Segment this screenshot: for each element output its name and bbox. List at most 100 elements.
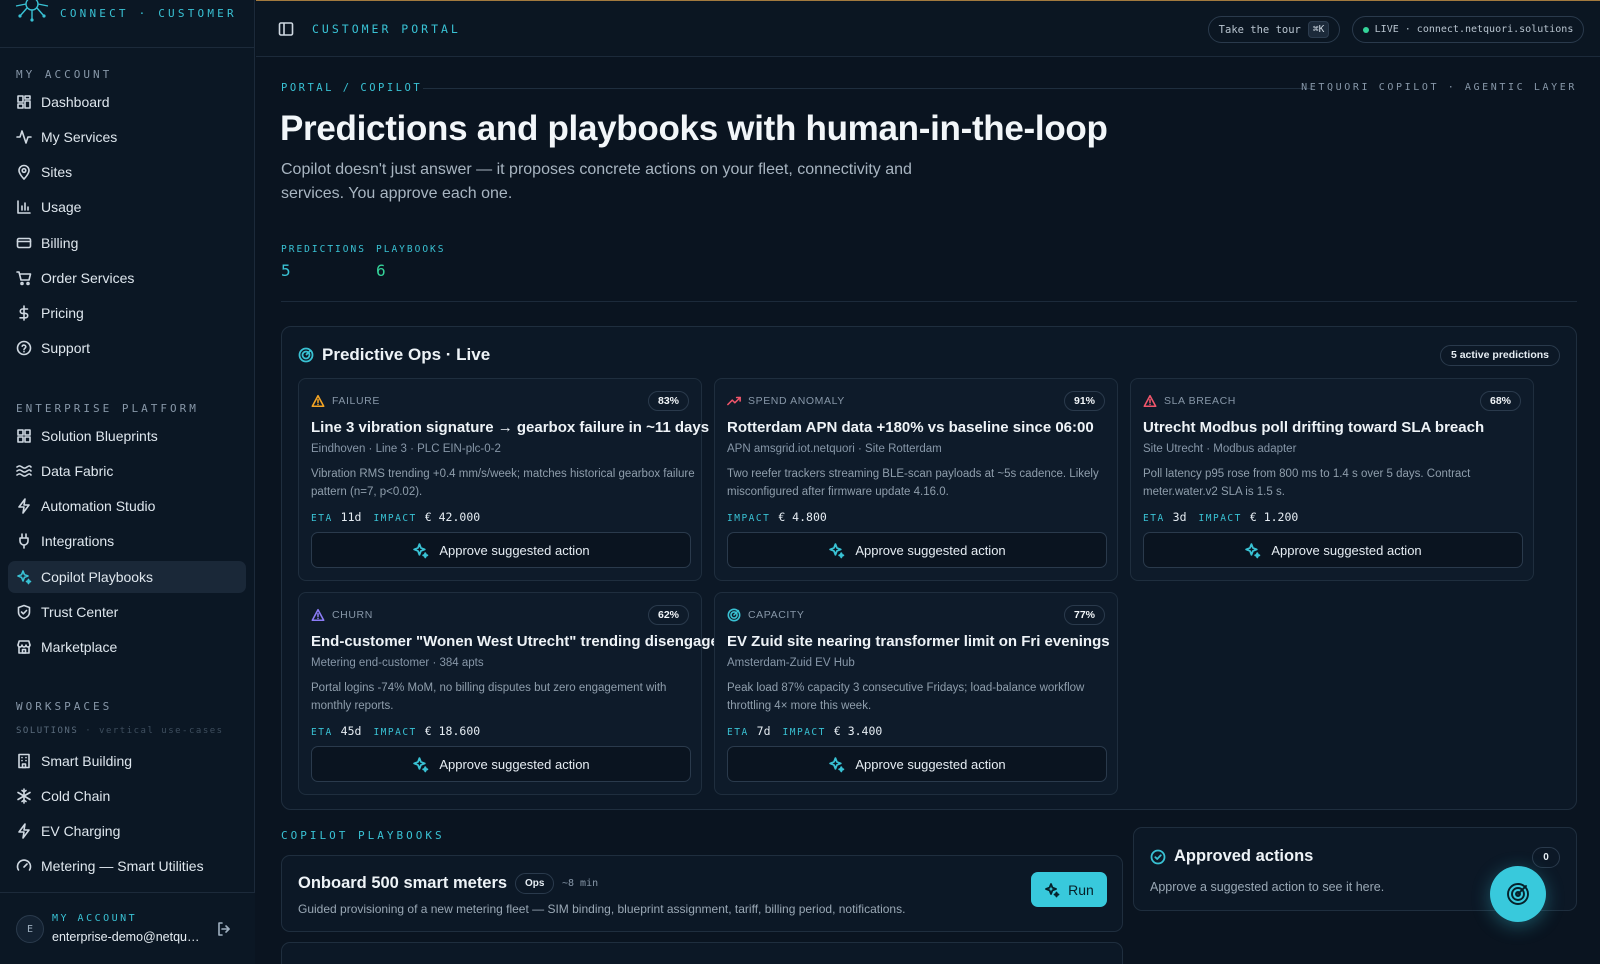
- sidebar-item-dashboard[interactable]: Dashboard: [8, 86, 246, 118]
- card-type: SPEND ANOMALY: [727, 394, 845, 408]
- credit-card-icon: [16, 237, 32, 249]
- dollar-icon: [19, 305, 29, 321]
- sidebar-item-label: Usage: [41, 199, 82, 215]
- confidence-badge: 62%: [647, 605, 689, 625]
- sidebar-item-label: Marketplace: [41, 639, 118, 655]
- approve-suggested-action-button[interactable]: Approve suggested action: [727, 746, 1107, 782]
- predictive-ops-title: Predictive Ops · Live: [322, 345, 491, 364]
- stat-value: 6: [376, 261, 386, 280]
- eta-value: 11d: [340, 510, 362, 524]
- bar-chart-icon: [17, 200, 31, 214]
- sidebar-item-label: Integrations: [41, 533, 115, 549]
- activity-icon: [16, 130, 32, 144]
- approve-suggested-action-button[interactable]: Approve suggested action: [311, 746, 691, 782]
- copilot-fab-button[interactable]: [1490, 866, 1546, 922]
- sidebar-item-usage[interactable]: Usage: [8, 191, 246, 223]
- run-playbook-button[interactable]: Run: [1031, 872, 1107, 907]
- help-circle-icon: [16, 340, 32, 356]
- sidebar-item-pricing[interactable]: Pricing: [8, 297, 246, 329]
- take-tour-button[interactable]: Take the tour ⌘K: [1208, 16, 1340, 43]
- sidebar-item-cold-chain[interactable]: Cold Chain: [8, 780, 246, 812]
- sidebar-item-smart-building[interactable]: Smart Building: [8, 745, 246, 777]
- blueprint-icon: [17, 429, 31, 443]
- solutions-label: SOLUTIONS: [16, 726, 79, 736]
- plug-icon: [19, 533, 29, 549]
- live-status-label: LIVE · connect.netquori.solutions: [1374, 24, 1574, 35]
- sidebar-item-billing[interactable]: Billing: [8, 227, 246, 259]
- radar-icon: [727, 608, 741, 622]
- sidebar-item-automation-studio[interactable]: Automation Studio: [8, 490, 246, 522]
- confidence-badge: 83%: [647, 391, 689, 411]
- card-title: Utrecht Modbus poll drifting toward SLA …: [1143, 419, 1485, 436]
- sidebar-item-label: Automation Studio: [41, 498, 156, 514]
- card-title: Rotterdam APN data +180% vs baseline sin…: [727, 419, 1094, 436]
- avatar[interactable]: E: [16, 915, 44, 943]
- impact-label: IMPACT: [727, 513, 771, 524]
- snowflake-icon: [17, 788, 31, 804]
- impact-value: € 3.400: [833, 724, 883, 738]
- card-title: Line 3 vibration signature → gearbox fai…: [311, 419, 710, 436]
- card-type: CHURN: [311, 608, 373, 622]
- warning-triangle-icon: [311, 394, 325, 408]
- logout-icon[interactable]: [216, 921, 232, 937]
- impact-value: € 42.000: [424, 510, 481, 524]
- approve-suggested-action-button[interactable]: Approve suggested action: [1143, 532, 1523, 568]
- sidebar-item-ev-charging[interactable]: EV Charging: [8, 815, 246, 847]
- cart-icon: [16, 271, 32, 286]
- waves-icon: [16, 465, 32, 477]
- eta-value: 7d: [756, 724, 771, 738]
- building-icon: [18, 753, 30, 769]
- breadcrumb[interactable]: PORTAL / COPILOT: [281, 82, 422, 94]
- live-dot-icon: [1362, 26, 1369, 33]
- sidebar-item-my-services[interactable]: My Services: [8, 121, 246, 153]
- sidebar-item-data-fabric[interactable]: Data Fabric: [8, 455, 246, 487]
- card-type: CAPACITY: [727, 608, 805, 622]
- sparkles-icon: [829, 756, 845, 772]
- approve-suggested-action-button[interactable]: Approve suggested action: [727, 532, 1107, 568]
- sidebar-item-solution-blueprints[interactable]: Solution Blueprints: [8, 420, 246, 452]
- approve-suggested-action-button[interactable]: Approve suggested action: [311, 532, 691, 568]
- approved-actions-hint: Approve a suggested action to see it her…: [1150, 880, 1385, 894]
- sidebar-item-sites[interactable]: Sites: [8, 156, 246, 188]
- prediction-card-spend-anomaly: SPEND ANOMALY 91% Rotterdam APN data +18…: [714, 378, 1118, 581]
- sidebar-item-trust-center[interactable]: Trust Center: [8, 596, 246, 628]
- sidebar-toggle-icon[interactable]: [278, 21, 294, 37]
- card-subtitle: Site Utrecht · Modbus adapter: [1143, 443, 1297, 455]
- card-meta: ETA 45d IMPACT € 18.600: [311, 724, 484, 738]
- sidebar-item-integrations[interactable]: Integrations: [8, 525, 246, 557]
- sidebar-item-label: Dashboard: [41, 94, 110, 110]
- topbar-title: CUSTOMER PORTAL: [312, 22, 461, 36]
- sidebar-item-label: Pricing: [41, 305, 84, 321]
- page-description: Copilot doesn't just answer — it propose…: [281, 161, 912, 202]
- map-pin-icon: [18, 164, 30, 180]
- brand-logo-icon[interactable]: [14, 0, 50, 22]
- solutions-hint: · vertical use-cases: [85, 726, 224, 736]
- sidebar-item-marketplace[interactable]: Marketplace: [8, 631, 246, 663]
- check-circle-icon: [1150, 849, 1166, 865]
- eta-label: ETA: [311, 727, 333, 738]
- sidebar-item-label: Solution Blueprints: [41, 428, 158, 444]
- sidebar-item-label: Support: [41, 340, 91, 356]
- sidebar-item-metering[interactable]: Metering — Smart Utilities: [8, 850, 246, 882]
- gauge-icon: [16, 859, 32, 871]
- approve-label: Approve suggested action: [1271, 542, 1422, 558]
- run-label: Run: [1068, 881, 1094, 898]
- prediction-card-sla-breach: SLA BREACH 68% Utrecht Modbus poll drift…: [1130, 378, 1534, 581]
- sidebar-item-support[interactable]: Support: [8, 332, 246, 364]
- sidebar: CONNECT · CUSTOMER MY ACCOUNT Dashboard …: [0, 0, 255, 964]
- sidebar-item-order-services[interactable]: Order Services: [8, 262, 246, 294]
- predictive-ops-panel: Predictive Ops · Live 5 active predictio…: [281, 326, 1577, 810]
- card-description: Poll latency p95 rose from 800 ms to 1.4…: [1143, 468, 1471, 498]
- sparkles-icon: [17, 570, 32, 585]
- card-meta: IMPACT € 4.800: [727, 510, 831, 524]
- radar-icon: [298, 347, 314, 363]
- card-subtitle: Eindhoven · Line 3 · PLC EIN-plc-0-2: [311, 443, 501, 455]
- sidebar-item-label: Data Fabric: [41, 463, 114, 479]
- confidence-badge: 91%: [1063, 391, 1105, 411]
- prediction-card-churn: CHURN 62% End-customer "Wonen West Utrec…: [298, 592, 728, 795]
- playbook-title: Onboard 500 smart meters: [298, 874, 508, 892]
- alert-triangle-icon: [1143, 394, 1157, 408]
- sidebar-item-copilot-playbooks[interactable]: Copilot Playbooks: [8, 561, 246, 593]
- account-label: MY ACCOUNT: [52, 913, 138, 924]
- card-description: Vibration RMS trending +0.4 mm/s/week; m…: [311, 468, 695, 498]
